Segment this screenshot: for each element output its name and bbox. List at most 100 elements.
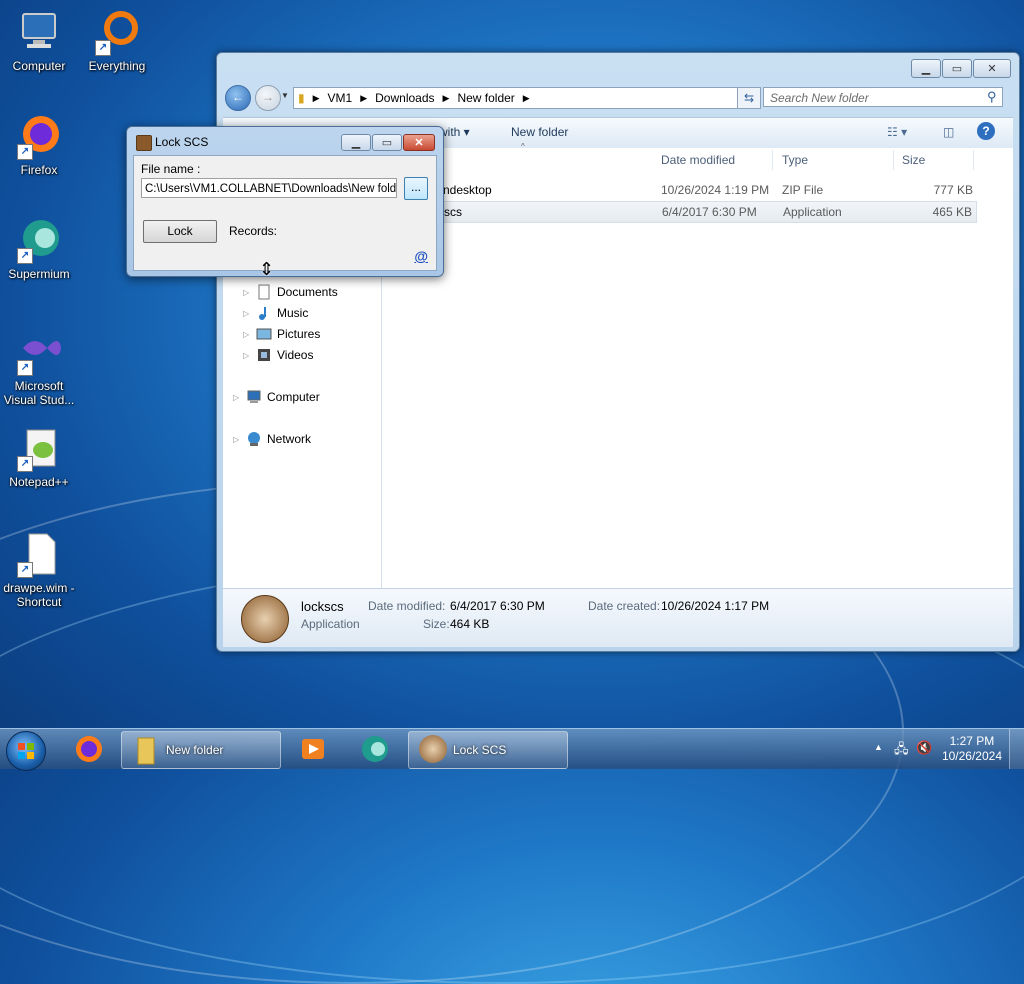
column-header-date[interactable]: Date modified bbox=[661, 153, 735, 167]
address-row: ← → ▼ ▮ ▶ VM1 ▶ Downloads ▶ New folder ▶… bbox=[225, 85, 1009, 111]
lock-scs-dialog[interactable]: Lock SCS ▁ ▭ ✕ File name : C:\Users\VM1.… bbox=[126, 126, 444, 277]
file-type: ZIP File bbox=[782, 183, 824, 197]
expand-icon: ▷ bbox=[243, 308, 250, 318]
nav-label: Music bbox=[277, 306, 309, 320]
chevron-right-icon: ▶ bbox=[360, 92, 368, 103]
preview-pane-icon[interactable]: ◫ bbox=[943, 125, 954, 139]
nav-label: Documents bbox=[277, 285, 338, 299]
detail-date-modified-label: Date modified: bbox=[368, 599, 446, 613]
desktop-icon-computer[interactable]: Computer bbox=[0, 8, 78, 73]
file-shortcut-icon: ↗ bbox=[15, 530, 63, 578]
column-separator[interactable] bbox=[893, 150, 894, 170]
column-separator[interactable] bbox=[772, 150, 773, 170]
show-hidden-icons-icon[interactable]: ▲ bbox=[874, 742, 883, 752]
clock[interactable]: 1:27 PM 10/26/2024 bbox=[942, 734, 1002, 764]
nav-item-documents[interactable]: ▷ Documents bbox=[243, 284, 338, 300]
folder-icon bbox=[137, 737, 155, 765]
detail-file-kind: Application bbox=[301, 617, 360, 631]
taskbar-media-player[interactable] bbox=[290, 731, 336, 767]
column-separator[interactable] bbox=[973, 150, 974, 170]
media-player-icon bbox=[302, 739, 324, 759]
details-pane: lockscs Application Date modified: 6/4/2… bbox=[223, 588, 1013, 647]
about-link[interactable]: @ bbox=[414, 248, 428, 264]
nav-label: Network bbox=[267, 432, 312, 446]
table-row-selected[interactable]: scs 6/4/2017 6:30 PM Application 465 KB bbox=[385, 201, 977, 223]
search-input[interactable]: Search New folder bbox=[763, 87, 1003, 107]
taskbar-supermium[interactable] bbox=[352, 731, 398, 767]
nav-item-videos[interactable]: ▷ Videos bbox=[243, 347, 313, 363]
minimize-button[interactable]: ▁ bbox=[911, 59, 941, 78]
volume-muted-icon[interactable]: 🔇 bbox=[916, 740, 932, 756]
nav-item-pictures[interactable]: ▷ Pictures bbox=[243, 326, 320, 342]
records-label: Records: bbox=[229, 224, 278, 238]
file-size: 465 KB bbox=[932, 205, 972, 219]
search-icon[interactable]: ⚲ bbox=[987, 89, 997, 105]
maximize-button[interactable]: ▭ bbox=[372, 134, 402, 151]
column-header-size[interactable]: Size bbox=[902, 153, 925, 167]
file-path-input[interactable]: C:\Users\VM1.COLLABNET\Downloads\New fol… bbox=[141, 178, 397, 198]
taskbar-item-label: New folder bbox=[166, 743, 224, 757]
help-icon[interactable]: ? bbox=[977, 122, 995, 140]
show-desktop-button[interactable] bbox=[1009, 729, 1024, 769]
back-button[interactable]: ← bbox=[225, 85, 251, 111]
desktop-icon-visual-studio[interactable]: ↗ Microsoft Visual Stud... bbox=[0, 328, 78, 407]
dialog-body: File name : C:\Users\VM1.COLLABNET\Downl… bbox=[133, 155, 437, 271]
taskbar-new-folder[interactable]: New folder bbox=[121, 731, 281, 769]
lockscs-app-icon bbox=[241, 595, 289, 643]
dialog-title: Lock SCS bbox=[155, 135, 209, 149]
table-row[interactable]: ndesktop 10/26/2024 1:19 PM ZIP File 777… bbox=[385, 180, 977, 200]
file-type: Application bbox=[783, 205, 842, 219]
desktop-icon-notepadpp[interactable]: ↗ Notepad++ bbox=[0, 424, 78, 489]
taskbar-lock-scs[interactable]: Lock SCS bbox=[408, 731, 568, 769]
nav-item-music[interactable]: ▷ Music bbox=[243, 305, 308, 321]
nav-item-network[interactable]: ▷ Network bbox=[233, 431, 311, 447]
file-name-label: File name : bbox=[141, 162, 201, 176]
desktop-icon-everything[interactable]: ↗ Everything bbox=[78, 8, 156, 73]
windows-logo-icon bbox=[18, 743, 34, 759]
detail-size: 464 KB bbox=[450, 617, 490, 631]
taskbar: New folder Lock SCS ▲ 🖧 🔇 1:27 PM 10/26/… bbox=[0, 728, 1024, 771]
window-controls: ▁ ▭ ✕ bbox=[911, 59, 1011, 78]
detail-date-created-label: Date created: bbox=[588, 599, 661, 613]
breadcrumb-item[interactable]: New folder bbox=[457, 91, 514, 105]
computer-icon bbox=[15, 8, 63, 56]
desktop-icon-label: Firefox bbox=[20, 163, 58, 177]
close-button[interactable]: ✕ bbox=[973, 59, 1011, 78]
file-name: ndesktop bbox=[443, 183, 492, 197]
maximize-button[interactable]: ▭ bbox=[942, 59, 972, 78]
desktop-icon-firefox[interactable]: ↗ Firefox bbox=[0, 112, 78, 177]
refresh-button[interactable]: ⇆ bbox=[737, 87, 761, 109]
column-header-type[interactable]: Type bbox=[782, 153, 808, 167]
browse-button[interactable]: ... bbox=[404, 177, 428, 200]
detail-date-created: 10/26/2024 1:17 PM bbox=[661, 599, 770, 613]
dialog-window-controls: ▁ ▭ ✕ bbox=[341, 134, 435, 151]
network-tray-icon[interactable]: 🖧 bbox=[894, 740, 909, 762]
view-options-icon[interactable]: ☷ ▾ bbox=[887, 125, 907, 139]
detail-date-modified: 6/4/2017 6:30 PM bbox=[450, 599, 545, 613]
desktop-icon-drawpe-shortcut[interactable]: ↗ drawpe.wim - Shortcut bbox=[0, 530, 78, 609]
clock-date: 10/26/2024 bbox=[941, 749, 1002, 763]
nav-label: Pictures bbox=[277, 327, 321, 341]
lock-button[interactable]: Lock bbox=[143, 220, 217, 243]
address-bar[interactable]: ▮ ▶ VM1 ▶ Downloads ▶ New folder ▶ ▼ bbox=[293, 87, 759, 109]
expand-icon: ▷ bbox=[233, 434, 240, 444]
minimize-button[interactable]: ▁ bbox=[341, 134, 371, 151]
chevron-right-icon: ▶ bbox=[312, 92, 320, 103]
breadcrumb-item[interactable]: VM1 bbox=[328, 91, 353, 105]
forward-button[interactable]: → bbox=[255, 85, 281, 111]
desktop-icon-label: Everything bbox=[88, 59, 146, 73]
taskbar-firefox[interactable] bbox=[66, 731, 112, 767]
desktop-icon-label: Supermium bbox=[8, 267, 70, 281]
desktop-icon-supermium[interactable]: ↗ Supermium bbox=[0, 216, 78, 281]
close-button[interactable]: ✕ bbox=[403, 134, 435, 151]
everything-icon: ↗ bbox=[93, 8, 141, 56]
chevron-right-icon: ▶ bbox=[442, 92, 450, 103]
file-date: 10/26/2024 1:19 PM bbox=[661, 183, 770, 197]
desktop-icon-label: Computer bbox=[12, 59, 66, 73]
start-button[interactable] bbox=[6, 731, 46, 771]
supermium-icon bbox=[362, 736, 388, 762]
new-folder-button[interactable]: New folder bbox=[511, 125, 568, 139]
recent-pages-dropdown[interactable]: ▼ bbox=[281, 91, 289, 100]
nav-item-computer[interactable]: ▷ Computer bbox=[233, 389, 320, 405]
breadcrumb-item[interactable]: Downloads bbox=[375, 91, 434, 105]
